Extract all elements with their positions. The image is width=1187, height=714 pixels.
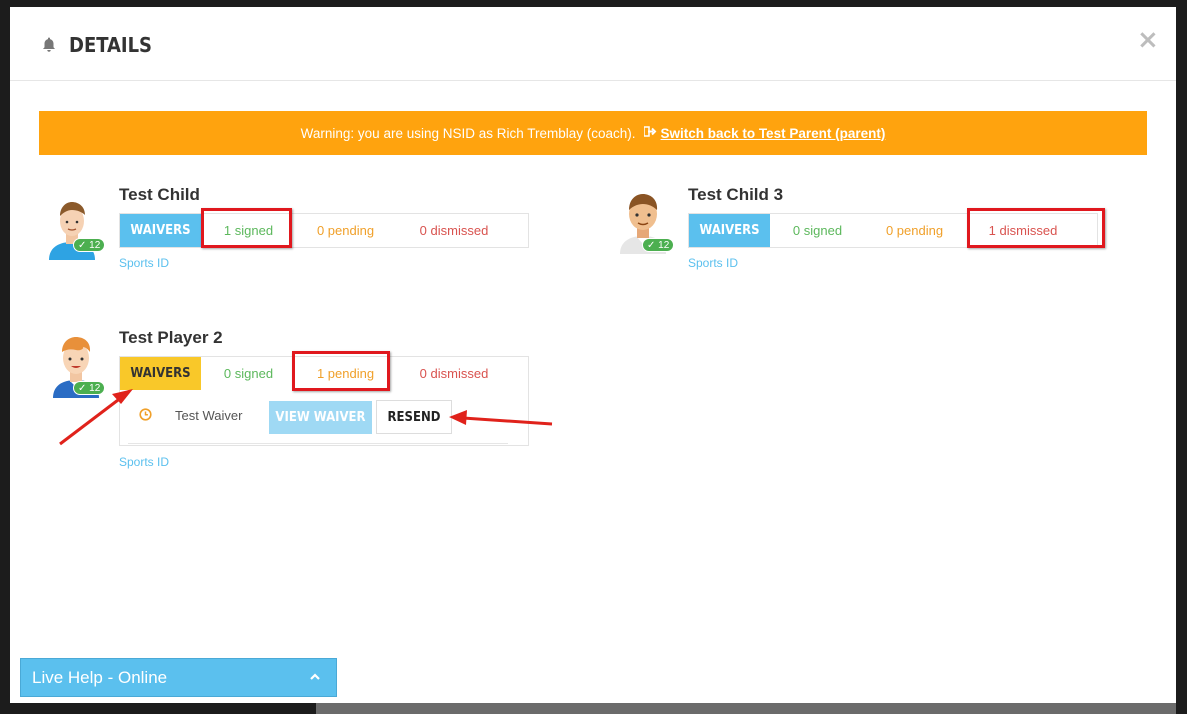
live-help-widget[interactable]: Live Help - Online	[20, 658, 337, 697]
dismissed-count[interactable]: 0 dismissed	[404, 357, 504, 390]
close-icon[interactable]: ×	[1137, 25, 1159, 55]
waiver-name: Test Waiver	[175, 408, 243, 423]
signed-count[interactable]: 0 signed	[779, 214, 856, 247]
signed-count[interactable]: 0 signed	[210, 357, 287, 390]
verified-badge: ✓ 12	[642, 238, 675, 252]
switch-back-link[interactable]: Switch back to Test Parent (parent)	[642, 125, 886, 141]
waiver-status-panel: WAIVERS 0 signed 0 pending 1 dismissed	[688, 213, 1098, 248]
pending-count[interactable]: 0 pending	[303, 214, 388, 247]
waiver-row: Test Waiver VIEW WAIVER RESEND	[120, 391, 528, 445]
waivers-button[interactable]: WAIVERS	[689, 214, 770, 247]
waivers-button[interactable]: WAIVERS	[120, 214, 201, 247]
player-name: Test Child	[119, 185, 200, 204]
waivers-button[interactable]: WAIVERS	[120, 357, 201, 390]
sports-id-link[interactable]: Sports ID	[119, 256, 169, 270]
modal-header: DETAILS ×	[10, 7, 1176, 81]
waiver-status-panel: WAIVERS 1 signed 0 pending 0 dismissed	[119, 213, 529, 248]
resend-button[interactable]: RESEND	[376, 400, 452, 434]
modal-title: DETAILS	[69, 33, 152, 57]
backdrop-bar	[316, 702, 1176, 714]
pending-count[interactable]: 0 pending	[872, 214, 957, 247]
dismissed-count[interactable]: 0 dismissed	[404, 214, 504, 247]
signed-count[interactable]: 1 signed	[210, 214, 287, 247]
bell-icon	[43, 37, 55, 52]
player-name: Test Player 2	[119, 328, 223, 347]
verified-badge: ✓ 12	[73, 381, 106, 395]
player-name: Test Child 3	[688, 185, 784, 204]
divider	[128, 443, 508, 444]
details-modal: DETAILS × Warning: you are using NSID as…	[10, 7, 1176, 703]
pending-count[interactable]: 1 pending	[303, 357, 388, 390]
switch-back-label: Switch back to Test Parent (parent)	[660, 125, 886, 141]
dismissed-count[interactable]: 1 dismissed	[973, 214, 1073, 247]
sign-out-icon	[642, 126, 657, 140]
verified-badge: ✓ 12	[73, 238, 106, 252]
warning-text: Warning: you are using NSID as Rich Trem…	[300, 125, 636, 141]
live-help-label: Live Help - Online	[32, 667, 168, 687]
warning-banner: Warning: you are using NSID as Rich Trem…	[39, 111, 1147, 155]
sports-id-link[interactable]: Sports ID	[688, 256, 738, 270]
sports-id-link[interactable]: Sports ID	[119, 455, 169, 469]
waiver-status-panel: WAIVERS 0 signed 1 pending 0 dismissed T…	[119, 356, 529, 446]
clock-icon	[139, 408, 152, 421]
view-waiver-button[interactable]: VIEW WAIVER	[269, 401, 372, 434]
chevron-up-icon[interactable]	[308, 670, 322, 684]
